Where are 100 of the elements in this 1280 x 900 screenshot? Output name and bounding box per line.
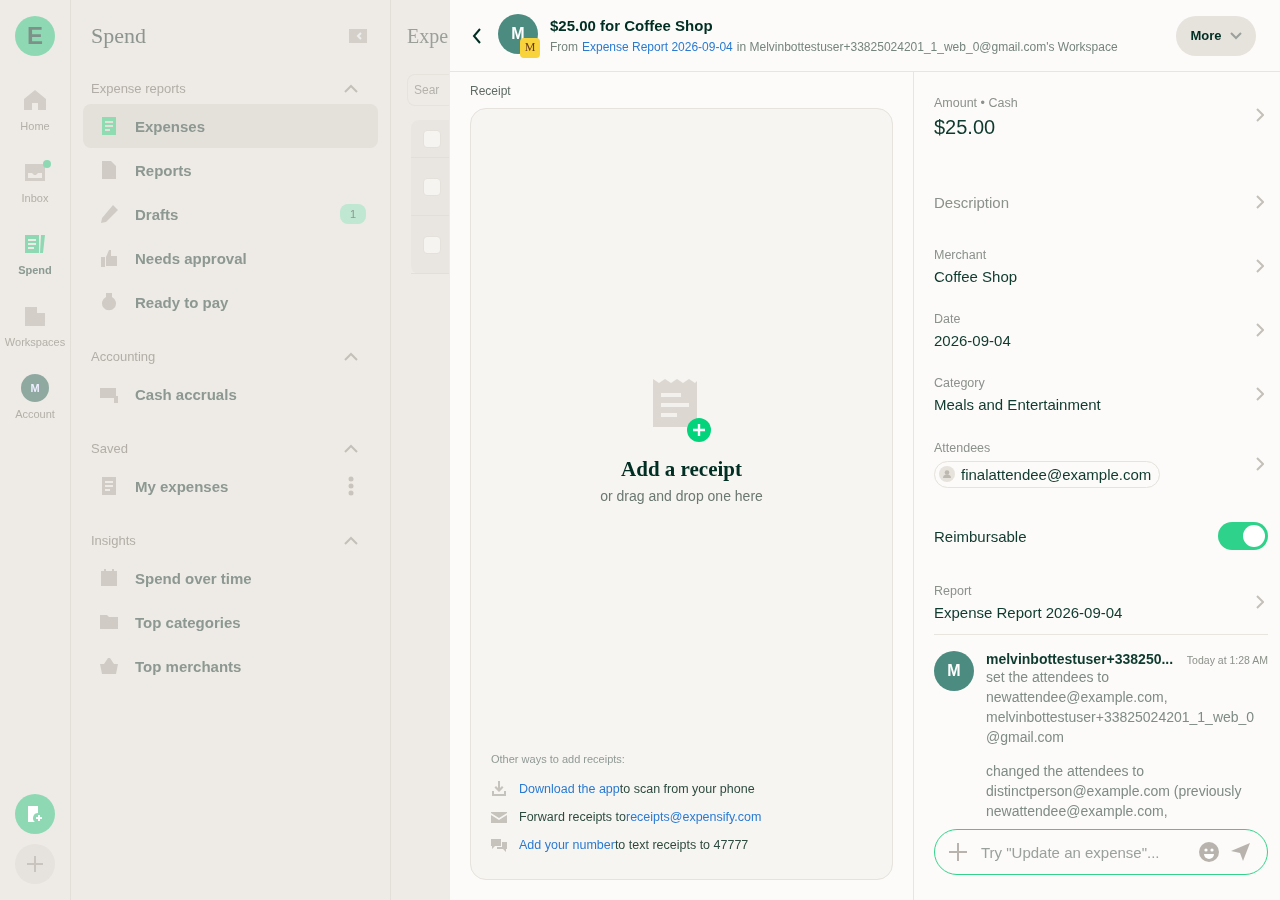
download-icon [491,781,507,797]
sidebar-item[interactable]: Reports [83,148,378,192]
nav-label: Home [20,120,50,132]
add-button[interactable] [15,844,55,884]
thumbs-up-icon [99,248,119,268]
message-input[interactable]: Try "Update an expense"... [979,842,1187,862]
field-label: Attendees [934,440,992,455]
sidebar-item[interactable]: Expenses [83,104,378,148]
detail-row[interactable]: Report Expense Report 2026-09-04 [934,570,1268,634]
search-input[interactable]: Sear [414,83,449,97]
chevron-right-icon [1256,195,1264,209]
basket-icon [99,656,119,676]
receipt-icon [99,476,119,496]
subtitle-text: From [550,40,578,54]
emoji-icon[interactable] [1199,842,1219,862]
avatar: M [21,374,49,402]
nav-label: Workspaces [4,336,66,348]
sidebar-title: Spend [91,23,146,49]
receipt-icon [23,233,47,255]
receipt-dropzone[interactable]: Add a receipt or drag and drop one here Other ways to add receipts: Download the appto scan from your phone Forward receipts toreceipts@expensify.com Add your numberto text receipts to 47777 [470,108,893,880]
receipt-option-text: Forward receipts toreceipts@expensify.com [519,810,762,824]
pencil-icon [99,204,119,224]
chevron-right-icon [1256,387,1264,401]
page-title: Expe [407,23,449,49]
add-receipt-heading: Add a receipt [621,456,742,482]
detail-row[interactable]: Attendees finalattendee@example.com [934,426,1268,502]
receipt-icon [99,116,119,136]
comment-message: set the attendees to newattendee@example.com, melvinbottestuser+33825024201_1_web_0@gmail.com [986,668,1256,747]
search-field[interactable]: Sear [407,74,449,106]
field-value: Expense Report 2026-09-04 [934,603,1123,621]
sidebar-item[interactable]: Needs approval [83,236,378,280]
chevron-icon[interactable] [344,443,358,453]
nav-item[interactable]: Workspaces [4,302,66,374]
count-badge: 1 [339,204,366,224]
report-link[interactable]: Expense Report 2026-09-04 [582,40,733,54]
field-value: $25.00 [934,116,997,139]
money-bag-icon [99,292,119,312]
logo[interactable]: E [15,16,55,56]
sidebar-item[interactable]: Cash accruals [83,372,378,416]
chevron-icon[interactable] [344,83,358,93]
caret-icon [1229,31,1242,40]
send-icon[interactable] [1231,843,1251,861]
detail-row[interactable]: Merchant Coffee Shop [934,234,1268,298]
chevron-icon[interactable] [344,535,358,545]
chat-icon [491,837,507,853]
section-title: Saved [91,440,128,456]
receipt-option-link[interactable]: receipts@expensify.com [626,810,762,824]
field-label: Merchant [934,247,988,262]
receipt-option-link[interactable]: Add your number [519,838,615,852]
chevron-right-icon [1256,323,1264,337]
toggle-switch[interactable] [1218,522,1268,550]
receipt-option-text: Add your numberto text receipts to 47777 [519,838,749,852]
sidebar-item[interactable]: Spend over time [83,556,378,600]
section-title: Expense reports [91,80,186,96]
calendar-icon [99,568,119,588]
more-options-icon[interactable] [348,476,354,496]
collapse-sidebar-icon[interactable] [348,28,368,44]
plus-icon [26,855,44,873]
detail-row[interactable]: Description [934,170,1268,234]
detail-row[interactable]: Date 2026-09-04 [934,298,1268,362]
chevron-right-icon [1256,108,1264,122]
field-value: Coffee Shop [934,267,1018,285]
nav-item[interactable]: Home [20,86,50,158]
section-title: Insights [91,532,136,548]
sidebar-item[interactable]: Top categories [83,600,378,644]
section-title: Accounting [91,348,156,364]
folder-icon [99,612,119,632]
document-icon [99,160,119,180]
detail-row[interactable]: Category Meals and Entertainment [934,362,1268,426]
receipt-label: Receipt [470,84,511,100]
chevron-icon[interactable] [344,351,358,361]
new-expense-button[interactable] [15,794,55,834]
nav-item[interactable]: M Account [15,374,55,446]
field-label: Date [934,311,962,326]
nav-label: Inbox [21,192,49,204]
receipt-option-link[interactable]: Download the app [519,782,620,796]
sidebar-item[interactable]: Ready to pay [83,280,378,324]
detail-row[interactable]: Amount • Cash $25.00 [934,96,1268,170]
nav-item[interactable]: Spend [18,230,52,302]
field-label: Description [934,193,1010,211]
sidebar-item[interactable]: Top merchants [83,644,378,688]
home-icon [23,89,47,111]
chevron-right-icon [1256,259,1264,273]
person-icon [939,466,955,482]
nav-item[interactable]: Inbox [21,158,49,230]
chevron-right-icon [1256,457,1264,471]
sidebar-item[interactable]: My expenses [83,464,378,508]
receipt-add-icon [650,378,713,443]
comment-message: changed the attendees to distinctperson@example.com (previously newattendee@example.com, [986,762,1243,821]
chevron-right-icon [1256,595,1264,609]
back-icon[interactable] [472,27,482,44]
plus-icon[interactable] [949,843,967,861]
more-button[interactable]: More [1176,15,1256,56]
field-value: Meals and Entertainment [934,395,1101,413]
comment-time: Today at 1:28 AM [1186,654,1268,666]
field-value: 2026-09-04 [934,331,1011,349]
field-label: Amount • Cash [934,96,1018,110]
other-ways-title: Other ways to add receipts: [491,753,626,765]
sidebar-item[interactable]: Drafts 1 [83,192,378,236]
detail-row[interactable]: Reimbursable [934,502,1268,570]
